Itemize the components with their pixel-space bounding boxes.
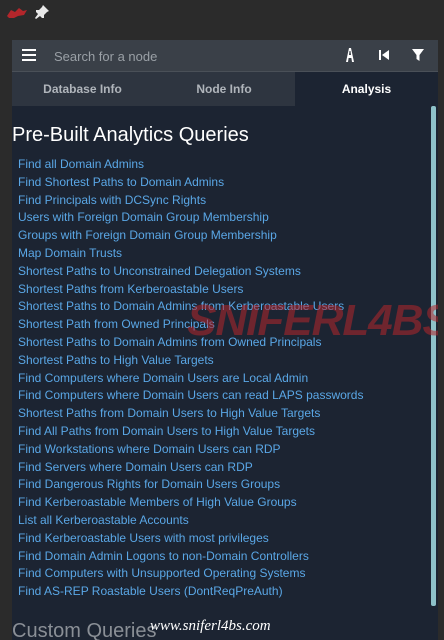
query-item[interactable]: Find Domain Admin Logons to non-Domain C… [18, 548, 363, 566]
menu-icon[interactable] [22, 49, 36, 61]
query-item[interactable]: Shortest Paths to High Value Targets [18, 352, 363, 370]
footer-url: www.sniferl4bs.com [150, 618, 271, 634]
query-item[interactable]: Find all Domain Admins [18, 156, 363, 174]
pathfinding-icon[interactable] [342, 47, 358, 63]
query-item[interactable]: Find Dangerous Rights for Domain Users G… [18, 476, 363, 494]
back-icon[interactable] [376, 47, 392, 63]
query-item[interactable]: Find Computers with Unsupported Operatin… [18, 565, 363, 583]
query-item[interactable]: Shortest Paths to Domain Admins from Ker… [18, 298, 363, 316]
query-item[interactable]: Find Kerberoastable Users with most priv… [18, 530, 363, 548]
query-item[interactable]: Find Computers where Domain Users are Lo… [18, 370, 363, 388]
query-item[interactable]: Shortest Paths to Domain Admins from Own… [18, 334, 363, 352]
query-item[interactable]: Find Principals with DCSync Rights [18, 192, 363, 210]
query-item[interactable]: Shortest Paths to Unconstrained Delegati… [18, 263, 363, 281]
query-list: Find all Domain Admins Find Shortest Pat… [18, 156, 363, 601]
custom-queries-heading: Custom Queries [12, 620, 157, 640]
prebuilt-queries-heading: Pre-Built Analytics Queries [12, 124, 249, 146]
query-item[interactable]: Shortest Path from Owned Principals [18, 316, 363, 334]
query-item[interactable]: Find Servers where Domain Users can RDP [18, 459, 363, 477]
query-item[interactable]: Find Workstations where Domain Users can… [18, 441, 363, 459]
tab-bar: Database Info Node Info Analysis [12, 72, 438, 106]
tab-analysis[interactable]: Analysis [295, 72, 438, 106]
scrollbar[interactable] [431, 106, 436, 606]
analysis-content: Pre-Built Analytics Queries Find all Dom… [12, 106, 432, 640]
tab-node-info[interactable]: Node Info [153, 72, 295, 106]
search-bar [12, 40, 438, 72]
pin-icon[interactable] [34, 4, 50, 20]
query-item[interactable]: List all Kerberoastable Accounts [18, 512, 363, 530]
main-panel: Database Info Node Info Analysis Pre-Bui… [12, 40, 438, 640]
query-item[interactable]: Users with Foreign Domain Group Membersh… [18, 209, 363, 227]
title-bar [0, 0, 444, 28]
query-item[interactable]: Find Shortest Paths to Domain Admins [18, 174, 363, 192]
search-input[interactable] [52, 45, 326, 68]
bloodhound-logo-icon [7, 8, 27, 18]
query-item[interactable]: Shortest Paths from Domain Users to High… [18, 405, 363, 423]
tab-database-info[interactable]: Database Info [12, 72, 153, 106]
query-item[interactable]: Map Domain Trusts [18, 245, 363, 263]
filter-icon[interactable] [410, 47, 426, 63]
query-item[interactable]: Find AS-REP Roastable Users (DontReqPreA… [18, 583, 363, 601]
query-item[interactable]: Find All Paths from Domain Users to High… [18, 423, 363, 441]
query-item[interactable]: Groups with Foreign Domain Group Members… [18, 227, 363, 245]
query-item[interactable]: Find Kerberoastable Members of High Valu… [18, 494, 363, 512]
query-item[interactable]: Find Computers where Domain Users can re… [18, 387, 363, 405]
query-item[interactable]: Shortest Paths from Kerberoastable Users [18, 281, 363, 299]
